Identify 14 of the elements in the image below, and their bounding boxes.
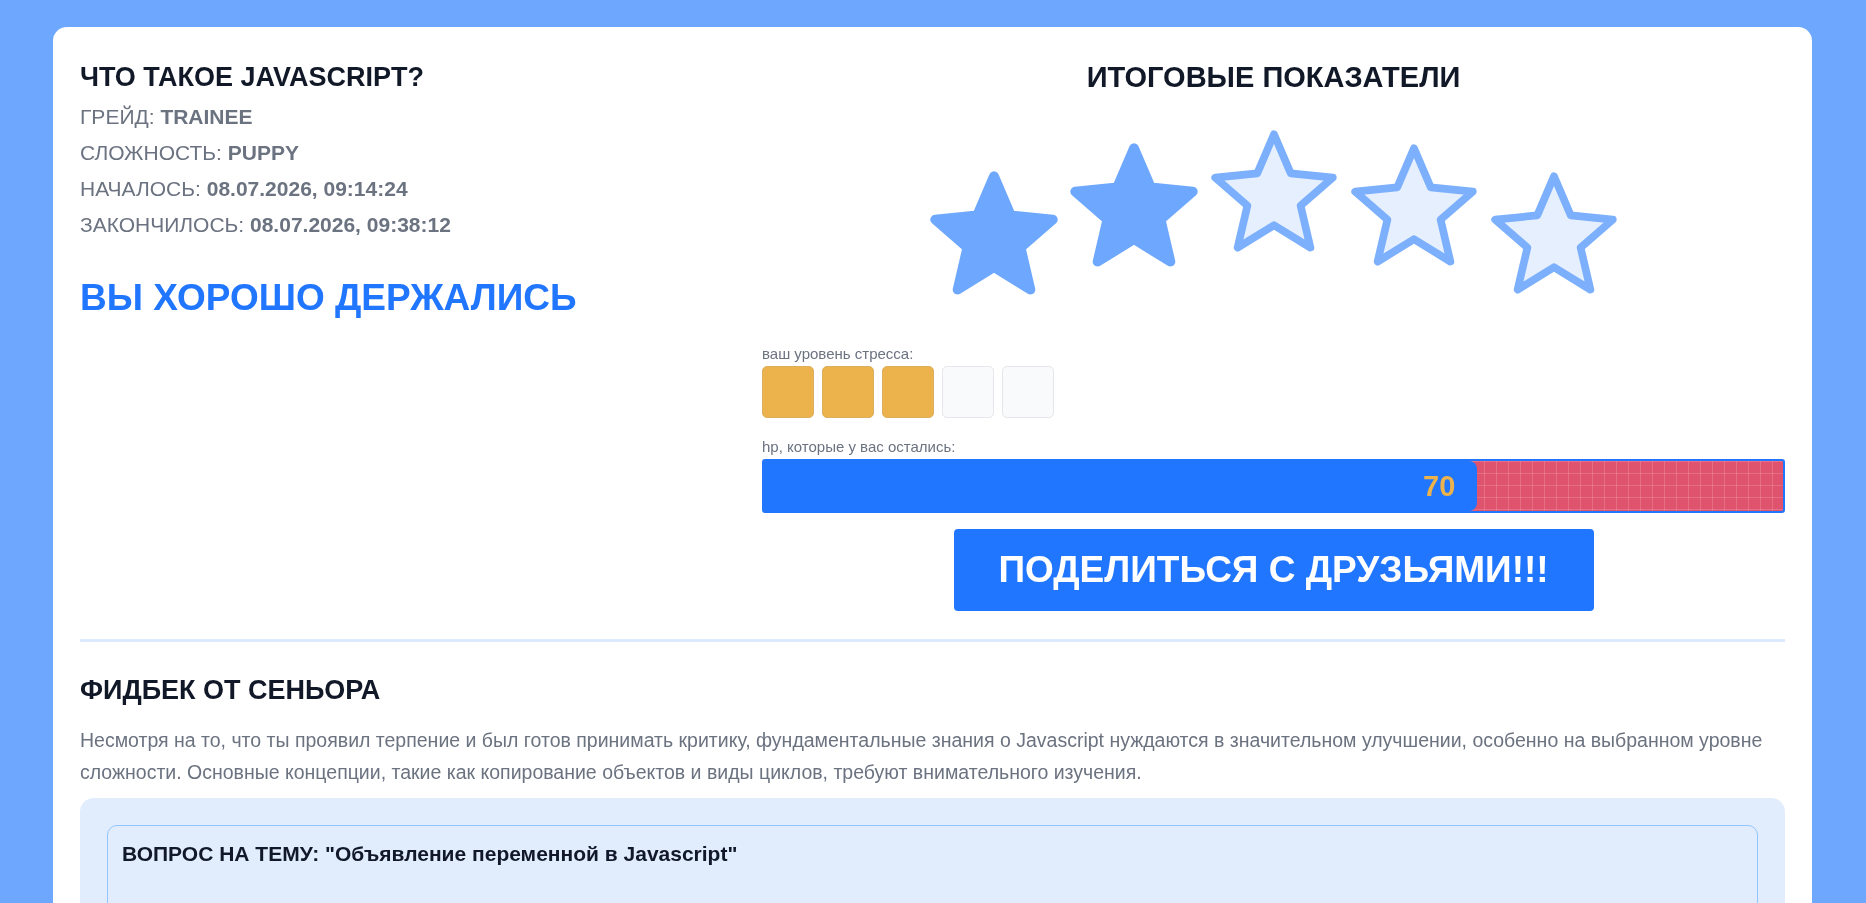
feedback-text: Несмотря на то, что ты проявил терпение и был готов принимать критику, фундаментальные знания о Javascript нуждаются в значительном улучшении, особенно на выбранном уровне сложности. Основные концепции, такие как копирование объектов и виды циклов, требуют внимательного изучения.	[80, 728, 1764, 785]
meta-line: НАЧАЛОСЬ: 08.07.2026, 09:14:24	[80, 176, 409, 202]
meta-line: ГРЕЙД: TRAINEE	[80, 104, 254, 130]
stress-label: ваш уровень стресса:	[762, 345, 915, 362]
hp-reading: 70	[1423, 469, 1456, 503]
feedback-title: ФИДБЕК ОТ СЕНЬОРА	[80, 674, 382, 707]
topic-title: ЧТО ТАКОЕ JAVASCRIPT?	[80, 61, 426, 94]
results-title: ИТОГОВЫЕ ПОКАЗАТЕЛИ	[1085, 60, 1462, 95]
verdict-text: ВЫ ХОРОШО ДЕРЖАЛИСЬ	[80, 277, 578, 319]
meta-line: СЛОЖНОСТЬ: PUPPY	[80, 140, 300, 166]
share-button[interactable]: ПОДЕЛИТЬСЯ С ДРУЗЬЯМИ!!!	[953, 529, 1594, 611]
hp-label: hp, которые у вас остались:	[762, 438, 957, 455]
meta-line: ЗАКОНЧИЛОСЬ: 08.07.2026, 09:38:12	[80, 212, 452, 238]
question-title: ВОПРОС НА ТЕМУ: "Объявление переменной в Javascript"	[122, 842, 739, 866]
